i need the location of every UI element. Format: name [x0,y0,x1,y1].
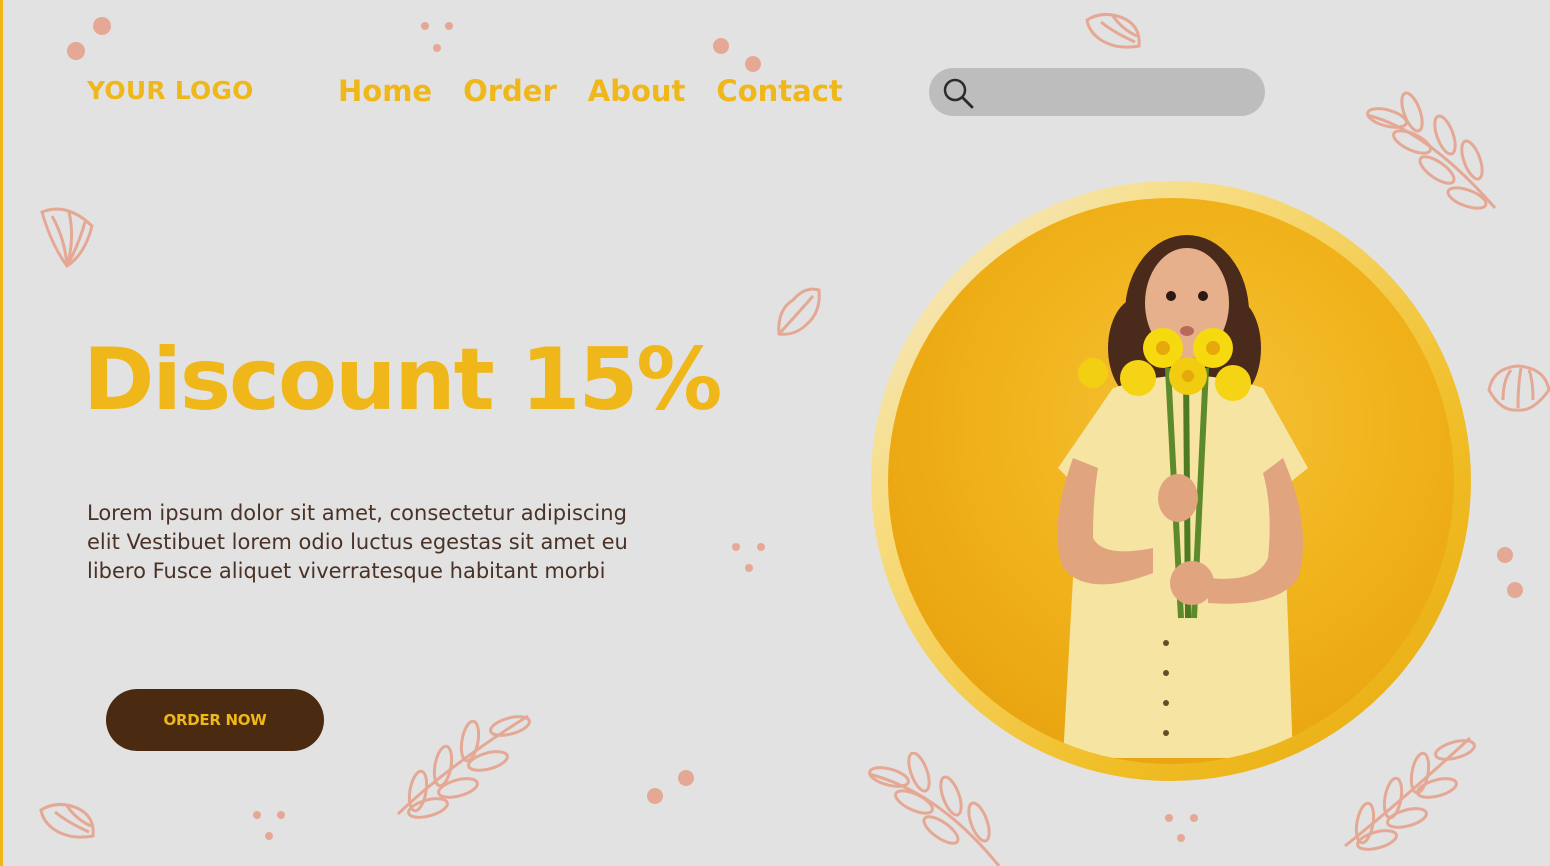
leaf-doodle-decoration [777,287,821,336]
nav-order[interactable]: Order [463,74,557,108]
discount-headline: Discount 15% [83,330,722,430]
woman-with-flowers-illustration [1057,235,1308,758]
dot-trio-decoration [732,543,765,572]
dot-pair-decoration [713,38,761,72]
order-now-button[interactable]: ORDER NOW [106,689,324,751]
nav-about[interactable]: About [588,74,686,108]
shell-doodle-decoration [40,207,94,269]
main-nav: Home Order About Contact [338,74,843,108]
flower-doodle-decoration [1487,364,1550,412]
leaf-sprig-decoration [396,714,531,819]
dot-cluster-decoration [67,17,111,60]
hero-photo [888,198,1454,764]
dot-trio-decoration [1165,814,1198,842]
hero-photo-frame [871,181,1471,781]
logo[interactable]: YOUR LOGO [87,76,254,105]
shell-doodle-decoration [1085,13,1141,49]
shell-doodle-decoration [39,803,95,839]
search-input[interactable] [985,76,1253,110]
dot-pair-decoration [647,770,694,804]
search-bar[interactable] [929,68,1265,116]
dot-trio-decoration [421,22,453,52]
dot-trio-decoration [253,811,285,840]
leaf-sprig-decoration [868,752,1001,866]
hero-description: Lorem ipsum dolor sit amet, consectetur … [87,501,628,583]
leaf-sprig-decoration [1344,736,1476,851]
leaf-sprig-decoration [1366,91,1497,210]
dot-pair-decoration [1497,547,1523,598]
nav-home[interactable]: Home [338,74,432,108]
search-icon[interactable] [941,76,975,110]
nav-contact[interactable]: Contact [716,74,842,108]
